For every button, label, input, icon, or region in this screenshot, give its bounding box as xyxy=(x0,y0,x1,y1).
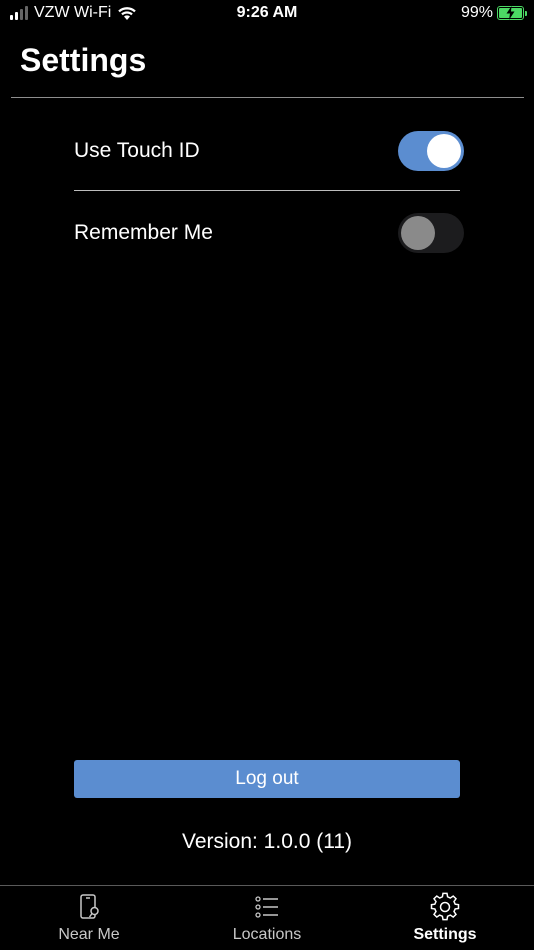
settings-screen: VZW Wi-Fi 9:26 AM 99% Settings Use Touch… xyxy=(0,0,534,950)
toggle-knob xyxy=(401,216,435,250)
status-bar: VZW Wi-Fi 9:26 AM 99% xyxy=(0,0,534,30)
tab-near-me[interactable]: Near Me xyxy=(0,892,178,950)
tab-label: Near Me xyxy=(58,926,120,943)
battery-icon xyxy=(497,6,527,20)
battery-percent: 99% xyxy=(460,4,493,21)
logout-button[interactable]: Log out xyxy=(74,760,460,798)
remember-me-label: Remember Me xyxy=(74,221,213,244)
touch-id-row: Use Touch ID xyxy=(74,131,464,171)
status-right: 99% xyxy=(460,4,527,22)
touch-id-label: Use Touch ID xyxy=(74,139,200,162)
tab-label: Locations xyxy=(232,926,302,943)
row-divider xyxy=(74,190,460,191)
gear-icon xyxy=(430,892,460,921)
tab-settings[interactable]: Settings xyxy=(356,892,534,950)
phone-location-icon xyxy=(80,894,99,919)
tab-label: Settings xyxy=(413,926,477,943)
version-label: Version: 1.0.0 (11) xyxy=(181,830,353,853)
list-icon xyxy=(255,896,278,918)
toggle-knob xyxy=(427,134,461,168)
tab-locations[interactable]: Locations xyxy=(178,892,356,950)
touch-id-toggle[interactable] xyxy=(398,131,464,171)
tab-bar-divider xyxy=(0,885,534,886)
remember-me-row: Remember Me xyxy=(74,213,464,253)
header-divider xyxy=(11,97,524,98)
remember-me-toggle[interactable] xyxy=(398,213,464,253)
status-time: 9:26 AM xyxy=(236,4,298,21)
page-title: Settings xyxy=(20,42,147,78)
